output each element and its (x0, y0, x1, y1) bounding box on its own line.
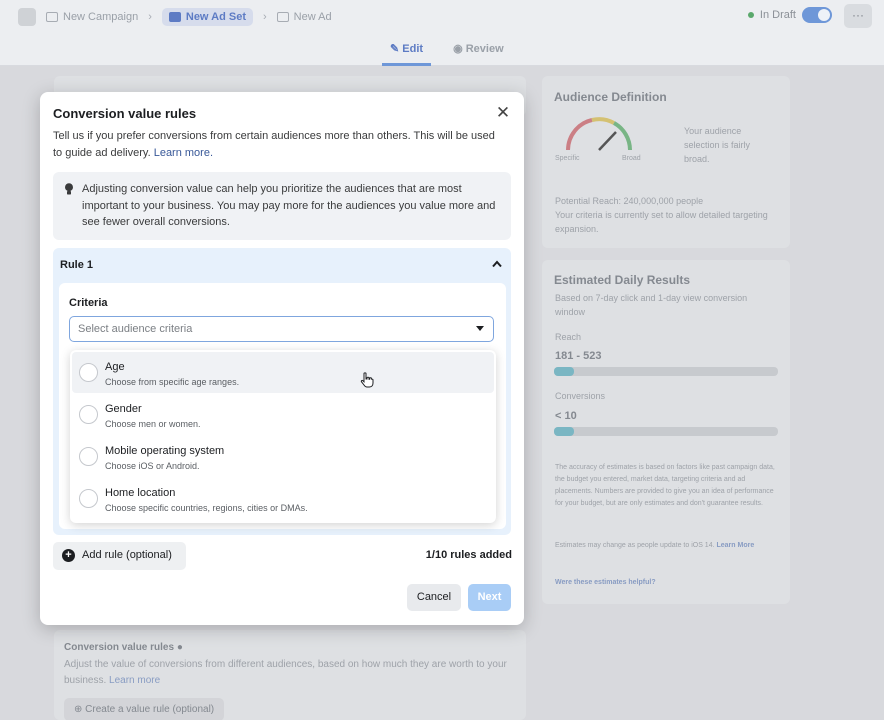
hand-cursor-icon (360, 372, 374, 388)
radio-button[interactable] (79, 405, 98, 424)
dialog-title: Conversion value rules (53, 106, 197, 121)
top-bar: New Campaign › New Ad Set › New Ad In Dr… (0, 0, 884, 66)
tab-review[interactable]: ◉ Review (445, 40, 512, 66)
audience-criteria-select[interactable]: Select audience criteria (69, 316, 494, 342)
grid-icon (168, 12, 181, 22)
dialog-intro: Tell us if you prefer conversions from c… (53, 130, 495, 159)
tip-box: Adjusting conversion value can help you … (53, 172, 511, 240)
radio-button[interactable] (79, 363, 98, 382)
chevron-right-icon: › (148, 11, 152, 23)
breadcrumb-campaign[interactable]: New Campaign (46, 11, 138, 23)
close-icon[interactable]: ✕ (494, 104, 512, 122)
breadcrumb: New Campaign › New Ad Set › New Ad (18, 6, 332, 28)
plus-icon: + (62, 549, 75, 562)
next-button[interactable]: Next (468, 584, 511, 611)
option-gender[interactable]: Gender Choose men or women. (72, 394, 494, 435)
lightbulb-icon (65, 183, 73, 195)
edit-review-tabs: ✎ Edit ◉ Review (382, 40, 512, 66)
breadcrumb-ad[interactable]: New Ad (276, 11, 332, 23)
sidebar-toggle-icon[interactable] (18, 8, 36, 26)
draft-toggle[interactable] (802, 7, 832, 23)
tip-text: Adjusting conversion value can help you … (82, 183, 496, 228)
cancel-button[interactable]: Cancel (407, 584, 461, 611)
ad-icon (276, 12, 289, 22)
option-mobile-os[interactable]: Mobile operating system Choose iOS or An… (72, 436, 494, 477)
status-dot-icon (747, 12, 754, 18)
rules-count: 1/10 rules added (425, 549, 512, 561)
radio-button[interactable] (79, 447, 98, 466)
rule-label: Rule 1 (60, 259, 94, 271)
breadcrumb-ad-set[interactable]: New Ad Set (161, 8, 253, 26)
radio-button[interactable] (79, 489, 98, 508)
learn-more-link[interactable]: Learn more. (154, 147, 213, 159)
chevron-right-icon: › (262, 11, 267, 23)
add-rule-button[interactable]: + Add rule (optional) (53, 542, 186, 570)
chevron-up-icon[interactable] (492, 260, 502, 268)
criteria-label: Criteria (69, 297, 108, 309)
option-age[interactable]: Age Choose from specific age ranges. (72, 352, 494, 393)
tab-edit[interactable]: ✎ Edit (382, 40, 432, 66)
draft-status: In Draft (747, 7, 832, 23)
select-placeholder: Select audience criteria (78, 323, 193, 335)
criteria-dropdown-menu: Age Choose from specific age ranges. Gen… (70, 350, 496, 523)
more-button[interactable]: ··· (844, 4, 872, 28)
option-home-location[interactable]: Home location Choose specific countries,… (72, 478, 494, 519)
folder-icon (46, 12, 58, 22)
caret-down-icon (476, 326, 484, 331)
